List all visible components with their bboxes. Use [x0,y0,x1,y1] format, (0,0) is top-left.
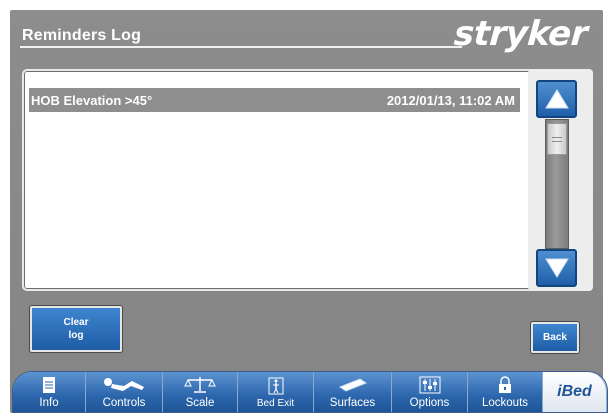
tab-info[interactable]: Info [13,372,86,412]
reminders-log-list: HOB Elevation >45° 2012/01/13, 11:02 AM [22,69,535,291]
clear-log-label: Clear log [63,317,89,341]
tab-label: Info [39,397,59,409]
patient-bed-icon [102,375,146,395]
stryker-logo: stryker [452,14,589,54]
mattress-icon [338,375,368,395]
tab-ibed[interactable]: iBed [543,372,607,412]
scroll-panel [528,69,593,291]
document-icon [41,375,57,395]
tab-bed-exit[interactable]: Bed Exit [238,372,314,412]
balance-scale-icon [184,375,216,395]
back-button[interactable]: Back [531,322,579,353]
log-entry[interactable]: HOB Elevation >45° 2012/01/13, 11:02 AM [29,88,520,112]
tab-label: Scale [185,397,215,409]
bottom-nav: Info Controls Scale Bed Exit Surfaces Op… [12,371,608,413]
arrow-up-icon [544,89,569,109]
scroll-thumb[interactable] [547,123,567,155]
person-standing-icon [268,376,284,396]
tab-controls[interactable]: Controls [86,372,163,412]
tab-label: Bed Exit [256,398,295,409]
page-title: Reminders Log [22,27,142,44]
scroll-up-button[interactable] [536,80,577,118]
title-divider [20,46,462,48]
tab-label: Lockouts [481,397,529,409]
log-entry-timestamp: 2012/01/13, 11:02 AM [386,92,515,108]
padlock-icon [498,375,512,395]
scroll-down-button[interactable] [536,249,577,287]
tab-label: Options [409,397,450,409]
arrow-down-icon [544,258,569,278]
clear-log-button[interactable]: Clear log [30,306,122,352]
sliders-icon [419,375,441,395]
tab-surfaces[interactable]: Surfaces [314,372,392,412]
tab-label: Controls [102,397,146,409]
scroll-track[interactable] [545,119,569,249]
tab-options[interactable]: Options [392,372,468,412]
tab-label: Surfaces [329,397,376,409]
tab-scale[interactable]: Scale [163,372,238,412]
log-entry-name: HOB Elevation >45° [31,92,153,108]
tab-lockouts[interactable]: Lockouts [468,372,543,412]
